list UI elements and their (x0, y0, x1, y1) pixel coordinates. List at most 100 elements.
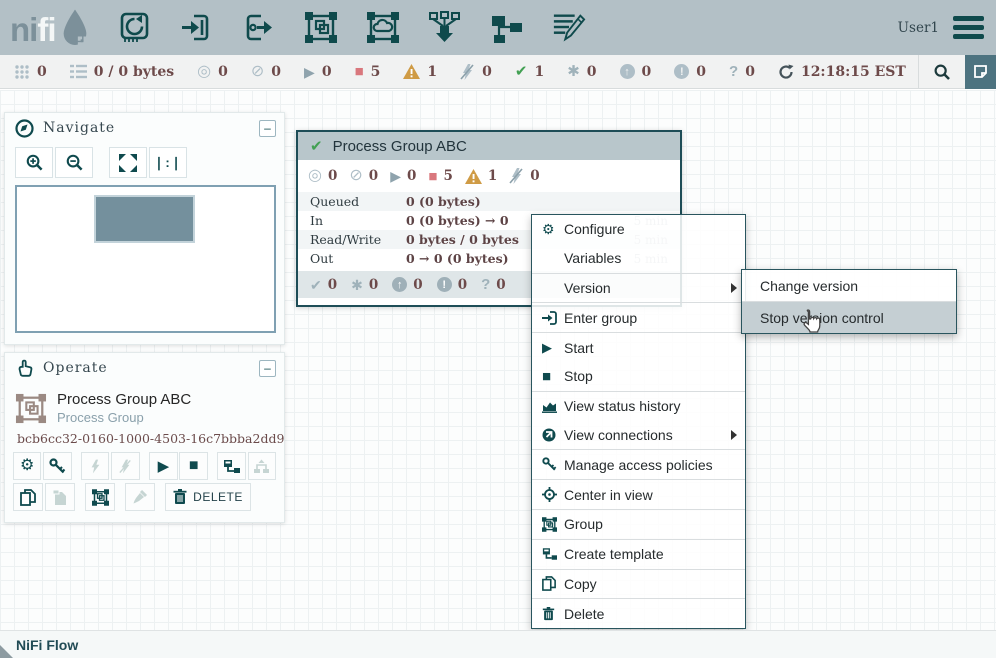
configuration-button[interactable]: ⚙ (13, 452, 41, 480)
funnel-icon[interactable] (428, 11, 462, 45)
copy-button[interactable] (13, 483, 43, 511)
disabled-bolt-icon (460, 64, 475, 80)
menu-item-group[interactable]: Group (532, 510, 745, 539)
not-transmitting-icon: ⊘ (349, 168, 362, 184)
check-icon: ✔ (310, 278, 322, 292)
navigate-panel: Navigate – ❘:❘ (4, 112, 285, 345)
hand-icon (15, 359, 34, 378)
current-user[interactable]: User1 (898, 20, 939, 36)
submenu-arrow-icon (731, 430, 737, 440)
menu-item-delete[interactable]: Delete (532, 599, 745, 628)
global-status-bar: 0 0 / 0 bytes ◎ 0 ⊘ 0 ▶ 0 ■ 5 1 0 (0, 55, 996, 89)
gear-icon: ⚙ (20, 458, 34, 474)
processor-icon[interactable] (118, 11, 152, 45)
disable-button[interactable] (111, 452, 139, 480)
stopped-status: ■ 5 (355, 64, 381, 80)
active-threads-icon (14, 64, 30, 80)
key-icon (542, 457, 564, 472)
refresh-icon[interactable] (778, 64, 794, 80)
menu-item-center-in-view[interactable]: Center in view (532, 480, 745, 509)
stale-arrow-icon: ↑ (620, 64, 635, 79)
commit-version-button[interactable] (217, 452, 245, 480)
breadcrumb-bar: NiFi Flow (0, 630, 996, 658)
template-icon[interactable] (490, 11, 524, 45)
copy-icon (542, 576, 564, 591)
menu-item-variables[interactable]: Variables (532, 244, 745, 273)
process-group-header[interactable]: ✔ Process Group ABC (298, 132, 680, 160)
collapse-navigate-button[interactable]: – (259, 120, 276, 137)
zoom-actual-size-button[interactable]: ❘:❘ (149, 147, 187, 178)
key-icon (49, 458, 66, 475)
app-header: nifi User1 (0, 0, 996, 55)
paste-button[interactable] (45, 483, 75, 511)
running-status: ▶ 0 (304, 64, 332, 80)
menu-item-create-template[interactable]: Create template (532, 540, 745, 569)
disabled-bolt-icon (509, 168, 524, 184)
label-icon[interactable] (552, 11, 586, 45)
menu-item-version[interactable]: Version (532, 274, 745, 303)
play-icon: ▶ (158, 459, 170, 474)
menu-item-enter-group[interactable]: Enter group (532, 303, 745, 332)
invalid-status: 1 (403, 64, 437, 80)
stale-status: ↑ 0 (620, 64, 652, 80)
stop-icon: ■ (542, 368, 564, 385)
birdseye-minimap[interactable] (15, 185, 276, 333)
revert-version-button[interactable] (248, 452, 276, 480)
menu-item-view-connections[interactable]: View connections (532, 421, 745, 450)
panel-toggle-button[interactable] (965, 55, 996, 89)
enable-button[interactable] (81, 452, 109, 480)
color-button[interactable] (125, 483, 155, 511)
start-button[interactable]: ▶ (149, 452, 177, 480)
menu-item-copy[interactable]: Copy (532, 570, 745, 599)
submenu-item-stop-version-control[interactable]: Stop version control (742, 302, 956, 333)
stop-button[interactable]: ■ (179, 452, 207, 480)
copy-icon (20, 489, 36, 506)
menu-item-start[interactable]: ▶ Start (532, 333, 745, 362)
asterisk-icon: ✱ (351, 278, 363, 292)
delete-button[interactable]: DELETE (165, 483, 251, 511)
zoom-in-button[interactable] (15, 147, 53, 178)
trash-icon (173, 489, 187, 505)
queue-list-icon (70, 64, 87, 79)
remote-process-group-icon[interactable] (366, 11, 400, 45)
menu-item-stop[interactable]: ■ Stop (532, 362, 745, 391)
active-threads-status: 0 (14, 64, 47, 80)
compass-icon (15, 119, 34, 138)
zoom-out-button[interactable] (55, 147, 93, 178)
up-to-date-status: ✔ 1 (515, 64, 544, 80)
locally-modified-stale-status: ! 0 (674, 64, 706, 80)
not-transmitting-status: ⊘ 0 (251, 64, 281, 80)
enter-group-icon (542, 311, 564, 325)
breadcrumb-root[interactable]: NiFi Flow (16, 637, 78, 653)
menu-item-manage-access-policies[interactable]: Manage access policies (532, 450, 745, 479)
transmitting-icon: ◎ (197, 64, 211, 80)
menu-item-view-status-history[interactable]: View status history (532, 392, 745, 421)
process-group-status-row: ◎0 ⊘0 ▶0 ■5 1 0 (298, 160, 680, 192)
search-button[interactable] (927, 63, 957, 81)
submenu-item-change-version[interactable]: Change version (742, 270, 956, 301)
running-icon: ▶ (304, 65, 315, 79)
locally-modified-status: ✱ 0 (567, 64, 596, 80)
minimap-component-rect[interactable] (94, 195, 195, 243)
navigate-title: Navigate (43, 120, 250, 136)
access-policies-button[interactable] (43, 452, 71, 480)
flow-canvas[interactable]: ✔ Process Group ABC ◎0 ⊘0 ▶0 ■5 1 0 Queu… (0, 90, 996, 630)
input-port-icon[interactable] (180, 11, 214, 45)
output-port-icon[interactable] (242, 11, 276, 45)
process-group-icon[interactable] (304, 11, 338, 45)
global-menu-button[interactable] (953, 16, 984, 39)
refresh-status: 12:18:15 EST (778, 64, 906, 80)
selected-component-id: bcb6cc32-0160-1000-4503-16c7bbba2dd9 (5, 427, 284, 452)
status-history-chart-icon (542, 400, 564, 413)
group-button[interactable] (85, 483, 115, 511)
zoom-fit-button[interactable] (109, 147, 147, 178)
question-icon: ? (481, 276, 490, 293)
stop-icon: ■ (189, 458, 199, 474)
bolt-icon (89, 459, 102, 474)
menu-item-configure[interactable]: ⚙ Configure (532, 215, 745, 244)
paste-icon (52, 489, 68, 506)
collapse-operate-button[interactable]: – (259, 360, 276, 377)
selected-component-name: Process Group ABC (57, 391, 191, 408)
operate-panel-header[interactable]: Operate – (5, 353, 284, 383)
navigate-panel-header[interactable]: Navigate – (5, 113, 284, 143)
